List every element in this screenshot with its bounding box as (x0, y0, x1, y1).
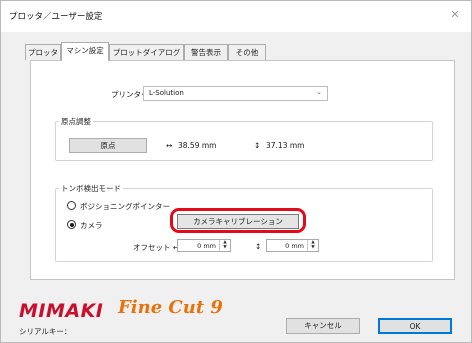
tab-machine-settings[interactable]: マシン設定 (61, 42, 109, 61)
tab-plot-dialog[interactable]: プロットダイアログ (109, 44, 184, 60)
vertical-arrow-icon: ↕ (254, 141, 261, 150)
ok-button[interactable]: OK (378, 318, 452, 334)
window-title: プロッタ／ユーザー設定 (9, 12, 103, 22)
origin-x-value: 38.59 mm (178, 141, 217, 150)
title-bar: プロッタ／ユーザー設定 ✕ (1, 1, 471, 32)
printer-value: L-Solution (149, 89, 184, 97)
radio-positioning-pointer[interactable] (67, 201, 76, 210)
offset-y-spin-buttons: ▲ ▼ (307, 240, 318, 251)
cancel-button[interactable]: キャンセル (286, 318, 360, 334)
origin-group-title: 原点調整 (59, 116, 93, 127)
radio-camera[interactable] (67, 220, 76, 229)
spin-down-icon[interactable]: ▼ (220, 245, 230, 250)
user-settings-dialog: プロッタ／ユーザー設定 ✕ プロッタ マシン設定 プロットダイアログ 警告表示 … (0, 0, 472, 343)
offset-label: オフセット ↔ (133, 243, 180, 252)
serial-key-label: シリアルキー： (19, 327, 72, 336)
tab-plotter[interactable]: プロッタ (25, 44, 61, 60)
spin-down-icon[interactable]: ▼ (308, 245, 318, 250)
horizontal-arrow-icon: ↔ (166, 141, 173, 150)
finecut-logo: Fine Cut 9 (118, 297, 223, 318)
tab-warning-display[interactable]: 警告表示 (184, 44, 228, 60)
offset-x-spin-buttons: ▲ ▼ (219, 240, 230, 251)
offset-x-value: 0 mm (197, 242, 216, 250)
register-mark-group-title: トンボ検出モード (59, 183, 123, 194)
mimaki-logo: MIMAKI (19, 300, 104, 322)
vertical-arrow-icon: ↕ (255, 242, 262, 251)
radio-camera-label: カメラ (80, 221, 103, 230)
offset-x-stepper[interactable]: 0 mm ▲ ▼ (177, 239, 231, 252)
offset-y-stepper[interactable]: 0 mm ▲ ▼ (266, 239, 319, 252)
highlight-annotation (170, 208, 306, 233)
origin-button[interactable]: 原点 (69, 138, 147, 153)
tab-other[interactable]: その他 (228, 44, 266, 60)
chevron-down-icon: ⌄ (316, 88, 322, 96)
offset-y-value: 0 mm (285, 242, 304, 250)
close-icon[interactable]: ✕ (448, 8, 462, 22)
printer-select[interactable]: L-Solution ⌄ (143, 86, 328, 101)
origin-y-value: 37.13 mm (266, 141, 305, 150)
radio-positioning-pointer-label: ポジショニングポインター (80, 202, 170, 211)
